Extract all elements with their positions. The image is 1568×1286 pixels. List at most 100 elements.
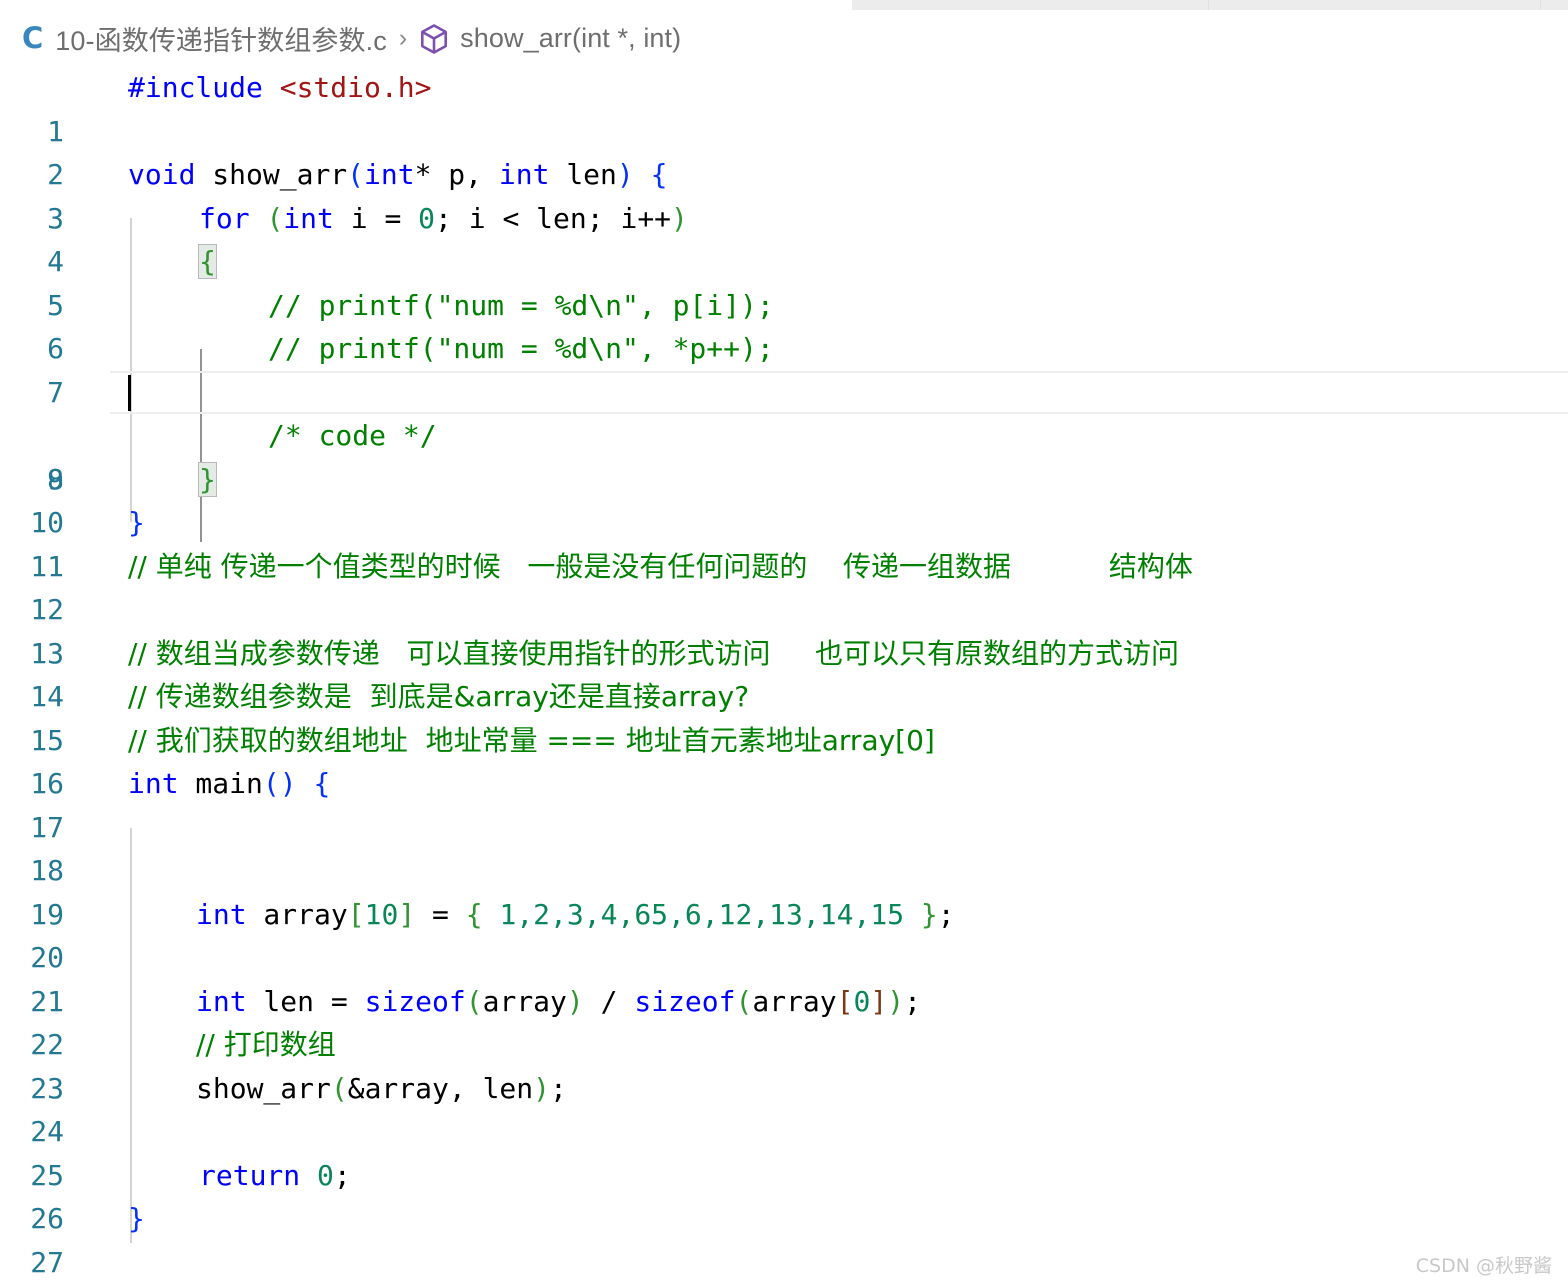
code-line[interactable]: 1 #include <stdio.h> bbox=[0, 66, 1568, 148]
code-line[interactable]: 15 // 传递数组参数是 到底是&array还是直接array? bbox=[0, 675, 1568, 757]
token-keyword-void: void bbox=[128, 158, 196, 191]
code-line[interactable]: 18 bbox=[0, 806, 1568, 887]
code-line[interactable]: 16 // 我们获取的数组地址 地址常量 === 地址首元素地址array[0] bbox=[0, 719, 1568, 801]
code-line[interactable]: 26 return 0; bbox=[0, 1154, 1568, 1236]
code-line[interactable]: 2 bbox=[0, 110, 1568, 191]
tab-active[interactable] bbox=[0, 0, 852, 10]
code-line[interactable]: 24 show_arr(&array, len); bbox=[0, 1067, 1568, 1149]
line-content[interactable]: { bbox=[198, 240, 217, 284]
c-file-icon: C bbox=[22, 20, 44, 55]
code-line[interactable]: 25 bbox=[0, 1110, 1568, 1192]
tab-bar-background bbox=[852, 0, 1568, 10]
token-init: i = bbox=[333, 201, 419, 235]
code-line[interactable]: 5 { bbox=[0, 240, 1568, 322]
current-line-highlight bbox=[110, 370, 1568, 414]
line-content[interactable]: // 单纯 传递一个值类型的时候 一般是没有任何问题的 传递一组数据 结构体 bbox=[128, 545, 1193, 589]
line-content[interactable]: return 0; bbox=[199, 1154, 351, 1198]
token-keyword-return: return bbox=[199, 1158, 301, 1192]
line-content[interactable]: // printf("num = %d\n", *p++); bbox=[268, 327, 774, 371]
token-equals: = bbox=[415, 897, 466, 931]
token-brace-open: { bbox=[465, 897, 483, 931]
token-semicolon: ; bbox=[550, 1071, 567, 1105]
line-content[interactable]: /* code */ bbox=[268, 414, 437, 458]
line-content[interactable]: // 打印数组 bbox=[196, 1023, 336, 1067]
line-content[interactable]: int array[10] = { 1,2,3,4,65,6,12,13,14,… bbox=[196, 893, 955, 937]
line-content[interactable]: for (int i = 0; i < len; i++) bbox=[199, 197, 688, 241]
code-line[interactable]: 3 void show_arr(int* p, int len) { bbox=[0, 153, 1568, 235]
code-line[interactable]: 28 bbox=[0, 1241, 1568, 1285]
code-line-current[interactable]: 8 bbox=[0, 370, 1568, 496]
token-array-size: 10 bbox=[364, 897, 399, 931]
code-line[interactable]: 14 // 数组当成参数传递 可以直接使用指针的形式访问 也可以只有原数组的方式… bbox=[0, 632, 1568, 714]
line-content[interactable]: #include <stdio.h> bbox=[128, 66, 431, 110]
token-paren-close: ) bbox=[671, 201, 688, 235]
token-paren-close: ) bbox=[616, 158, 634, 191]
code-line[interactable]: 13 bbox=[0, 588, 1568, 670]
token-bracket-open: [ bbox=[836, 984, 854, 1018]
line-content[interactable]: } bbox=[198, 458, 217, 502]
line-content[interactable]: // 我们获取的数组地址 地址常量 === 地址首元素地址array[0] bbox=[128, 719, 935, 763]
breadcrumb-symbol-name[interactable]: show_arr(int *, int) bbox=[460, 23, 681, 54]
token-brace-close: } bbox=[128, 1202, 145, 1235]
line-content[interactable]: // 传递数组参数是 到底是&array还是直接array? bbox=[128, 675, 749, 719]
line-content[interactable]: int len = sizeof(array) / sizeof(array[0… bbox=[196, 980, 921, 1024]
code-line[interactable]: 17 int main() { bbox=[0, 762, 1568, 844]
token-keyword-sizeof: sizeof bbox=[364, 984, 466, 1018]
code-line[interactable]: 11 } bbox=[0, 501, 1568, 583]
token-keyword-int: int bbox=[283, 201, 334, 235]
token-header: <stdio.h> bbox=[279, 71, 432, 104]
breadcrumb[interactable]: C 10-函数传递指针数组参数.c › show_arr(int *, int) bbox=[0, 10, 1568, 66]
token-comment: // printf("num = %d\n", *p++); bbox=[268, 332, 774, 365]
token-array-values: 1,2,3,4,65,6,12,13,14,15 bbox=[482, 897, 921, 931]
token-call-args: &array, len bbox=[347, 1071, 534, 1105]
code-line[interactable]: 19 bbox=[0, 849, 1568, 931]
line-content[interactable]: // 数组当成参数传递 可以直接使用指针的形式访问 也可以只有原数组的方式访问 bbox=[128, 632, 1179, 676]
code-line[interactable]: 20 int array[10] = { 1,2,3,4,65,6,12,13,… bbox=[0, 893, 1568, 975]
token-bracket-open: [ bbox=[347, 897, 365, 931]
token-semicolon: ; bbox=[937, 897, 955, 931]
token-function-name: show_arr bbox=[212, 158, 348, 191]
tab-separator bbox=[1208, 0, 1209, 10]
token-condition: ; i < len; i++ bbox=[435, 201, 672, 235]
token-paren-open2: ( bbox=[735, 984, 753, 1018]
line-content[interactable]: show_arr(&array, len); bbox=[196, 1067, 567, 1111]
breadcrumb-file-name[interactable]: 10-函数传递指针数组参数.c bbox=[55, 19, 387, 58]
line-content[interactable]: int main() { bbox=[128, 762, 330, 806]
code-line[interactable]: 12 // 单纯 传递一个值类型的时候 一般是没有任何问题的 传递一组数据 结构… bbox=[0, 545, 1568, 627]
token-number-zero: 0 bbox=[418, 201, 436, 235]
token-function-call: show_arr bbox=[196, 1071, 331, 1105]
token-keyword-int: int bbox=[196, 984, 247, 1018]
line-content[interactable]: } bbox=[128, 1197, 145, 1241]
token-param1: * p, bbox=[414, 158, 499, 191]
line-content[interactable]: void show_arr(int* p, int len) { bbox=[128, 153, 667, 197]
token-matching-brace-close: } bbox=[198, 461, 217, 497]
token-block-comment: /* code */ bbox=[268, 419, 437, 452]
line-content[interactable]: // printf("num = %d\n", p[i]); bbox=[268, 284, 774, 328]
code-line[interactable]: 4 for (int i = 0; i < len; i++) bbox=[0, 197, 1568, 279]
code-line[interactable]: 6 // printf("num = %d\n", p[i]); bbox=[0, 284, 1568, 366]
tab-bar[interactable] bbox=[0, 0, 1568, 10]
line-content[interactable]: } bbox=[128, 501, 145, 545]
token-paren-close: ) bbox=[533, 1071, 551, 1105]
code-line[interactable]: 7 // printf("num = %d\n", *p++); bbox=[0, 327, 1568, 409]
token-bracket-close: ] bbox=[870, 984, 888, 1018]
token-arg-array: array bbox=[482, 984, 567, 1018]
tab-separator bbox=[1540, 0, 1541, 10]
token-param2: len bbox=[549, 158, 617, 191]
code-line[interactable]: 27 } bbox=[0, 1197, 1568, 1279]
code-line[interactable]: 23 // 打印数组 bbox=[0, 1023, 1568, 1105]
token-comment: // printf("num = %d\n", p[i]); bbox=[268, 288, 774, 322]
token-paren-open: ( bbox=[347, 158, 365, 191]
token-number-zero: 0 bbox=[317, 1158, 334, 1192]
token-brace-open: { bbox=[633, 158, 668, 191]
token-semicolon: ; bbox=[904, 984, 921, 1018]
code-line[interactable]: 9 /* code */ bbox=[0, 414, 1568, 496]
code-line[interactable]: 22 int len = sizeof(array) / sizeof(arra… bbox=[0, 980, 1568, 1062]
watermark: CSDN @秋野酱 bbox=[1415, 1255, 1552, 1277]
code-line[interactable]: 10 } bbox=[0, 458, 1568, 539]
code-editor[interactable]: 1 #include <stdio.h> 2 3 void show_arr(i… bbox=[0, 66, 1568, 1286]
code-line[interactable]: 21 bbox=[0, 936, 1568, 1018]
token-keyword-int: int bbox=[196, 897, 247, 931]
token-paren-open: ( bbox=[266, 201, 284, 235]
text-cursor bbox=[128, 374, 131, 411]
